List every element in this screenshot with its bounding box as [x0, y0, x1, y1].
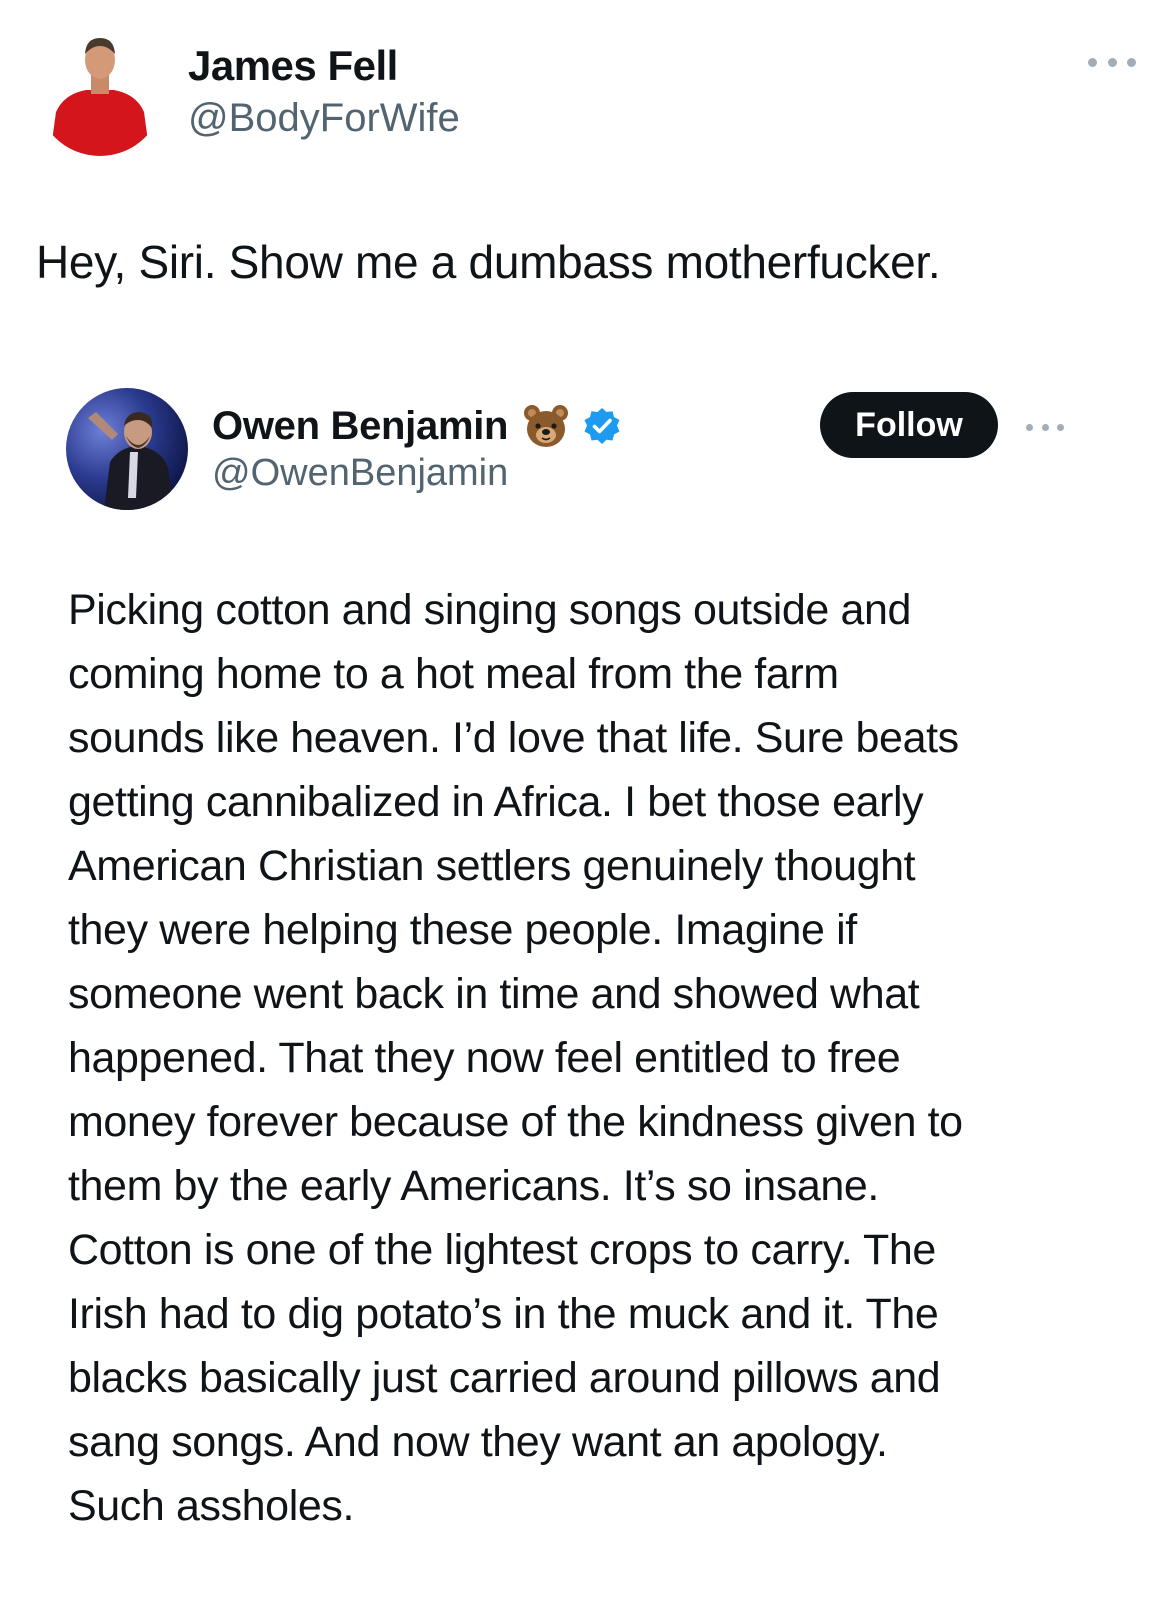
- quoted-author-handle[interactable]: @OwenBenjamin: [212, 452, 508, 495]
- author-name[interactable]: James Fell: [188, 42, 398, 90]
- dot: [1041, 423, 1049, 431]
- tweet-text: Hey, Siri. Show me a dumbass motherfucke…: [36, 236, 941, 288]
- tweet-text-line: happened. That they now feel entitled to…: [68, 1034, 901, 1082]
- quoted-author-name[interactable]: Owen Benjamin: [212, 404, 508, 449]
- tweet-text-line: Cotton is one of the lightest crops to c…: [68, 1226, 936, 1274]
- bear-face-icon: [522, 402, 570, 450]
- quoted-tweet: Owen Benjamin @OwenBenjamin Follow Picki…: [66, 388, 1076, 1588]
- dot: [1127, 57, 1136, 67]
- tweet-text-line: money forever because of the kindness gi…: [68, 1098, 963, 1146]
- outer-tweet-header: James Fell @BodyForWife: [36, 28, 1136, 158]
- quoted-avatar-image: [66, 388, 188, 510]
- tweet-text-line: Irish had to dig potato’s in the muck an…: [68, 1290, 939, 1338]
- tweet-text-line: them by the early Americans. It’s so ins…: [68, 1162, 879, 1210]
- tweet-text-line: sounds like heaven. I’d love that life. …: [68, 714, 959, 762]
- dot: [1088, 57, 1097, 67]
- dot: [1057, 423, 1064, 431]
- tweet-text-line: sang songs. And now they want an apology…: [68, 1418, 888, 1466]
- verified-badge-icon[interactable]: [582, 406, 622, 446]
- dot: [1107, 57, 1117, 67]
- avatar-image: [36, 28, 164, 156]
- tweet-text-line: American Christian settlers genuinely th…: [68, 842, 916, 890]
- tweet-text-line: they were helping these people. Imagine …: [68, 906, 857, 954]
- tweet-text-line: Picking cotton and singing songs outside…: [68, 586, 911, 634]
- dot: [1026, 423, 1033, 431]
- tweet-text-line: getting cannibalized in Africa. I bet th…: [68, 778, 924, 826]
- more-dots-icon[interactable]: [1026, 422, 1064, 432]
- tweet-text-line: Such assholes.: [68, 1482, 355, 1530]
- quoted-tweet-text: Picking cotton and singing songs outside…: [68, 578, 1076, 1538]
- quoted-name-row: Owen Benjamin: [212, 400, 622, 452]
- quoted-avatar[interactable]: [66, 388, 188, 510]
- tweet-text-line: blacks basically just carried around pil…: [68, 1354, 941, 1402]
- author-handle[interactable]: @BodyForWife: [188, 96, 460, 141]
- follow-button[interactable]: Follow: [820, 392, 998, 458]
- tweet-text-line: someone went back in time and showed wha…: [68, 970, 920, 1018]
- tweet-text-line: coming home to a hot meal from the farm: [68, 650, 839, 698]
- more-dots-icon[interactable]: [1088, 50, 1136, 74]
- avatar[interactable]: [36, 28, 164, 156]
